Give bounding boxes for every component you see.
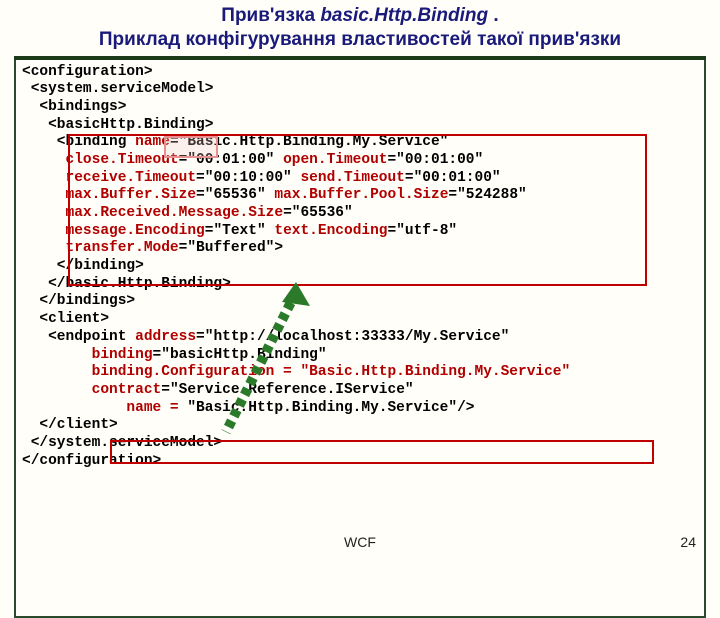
code-line bbox=[22, 170, 66, 186]
code-line: <binding bbox=[22, 134, 135, 150]
code-line: <bindings> bbox=[22, 99, 126, 115]
attr: message.Encoding bbox=[66, 223, 205, 239]
code-line: ="00:01:00" bbox=[387, 152, 483, 168]
code-line: </bindings> bbox=[22, 293, 135, 309]
code-line bbox=[22, 382, 92, 398]
code-line: <client> bbox=[22, 311, 109, 327]
code-line bbox=[22, 240, 66, 256]
code-line: </client> bbox=[22, 417, 118, 433]
attr: name bbox=[135, 134, 170, 150]
code-line: ="Text" bbox=[205, 223, 275, 239]
code-line: ="utf-8" bbox=[388, 223, 458, 239]
code-line: ="00:10:00" bbox=[196, 170, 300, 186]
slide-title: Прив'язка basic.Http.Binding . Приклад к… bbox=[0, 0, 720, 54]
attr: binding bbox=[92, 347, 153, 363]
code-line: ="524288" bbox=[448, 187, 526, 203]
attr: name = bbox=[126, 400, 187, 416]
code-line: <basicHttp.Binding> bbox=[22, 117, 213, 133]
code-line: ="Basic.Http.Binding.My.Service" bbox=[170, 134, 448, 150]
code-line: </configuration> bbox=[22, 453, 161, 469]
code-line: ="Service.Reference.IService" bbox=[161, 382, 413, 398]
attr: max.Received.Message.Size bbox=[66, 205, 284, 221]
attr: binding.Configuration = "Basic.Http.Bind… bbox=[92, 364, 571, 380]
code-line: ="Buffered"> bbox=[179, 240, 283, 256]
title-line1-pre: Прив'язка bbox=[221, 5, 320, 26]
code-line bbox=[22, 205, 66, 221]
page-number: 24 bbox=[680, 534, 696, 550]
code-line: ="00:01:00" bbox=[179, 152, 283, 168]
title-line2: Приклад конфігурування властивостей тако… bbox=[99, 29, 621, 50]
code-line: <endpoint bbox=[22, 329, 135, 345]
code-line: ="basicHttp.Binding" bbox=[153, 347, 327, 363]
code-line bbox=[22, 223, 66, 239]
footer-label: WCF bbox=[0, 534, 720, 550]
attr: receive.Timeout bbox=[66, 170, 197, 186]
attr: max.Buffer.Size bbox=[66, 187, 197, 203]
code-line: <configuration> bbox=[22, 64, 153, 80]
attr: open.Timeout bbox=[283, 152, 387, 168]
attr: send.Timeout bbox=[300, 170, 404, 186]
title-line1-em: basic.Http.Binding bbox=[320, 5, 488, 26]
attr: text.Encoding bbox=[274, 223, 387, 239]
code-line: ="65536" bbox=[196, 187, 274, 203]
code-line: "Basic.Http.Binding.My.Service"/> bbox=[187, 400, 474, 416]
attr: close.Timeout bbox=[66, 152, 179, 168]
attr: contract bbox=[92, 382, 162, 398]
code-line bbox=[22, 152, 66, 168]
title-line1-post: . bbox=[488, 5, 499, 26]
code-line: ="http://localhost:33333/My.Service" bbox=[196, 329, 509, 345]
code-line bbox=[22, 400, 126, 416]
code-line bbox=[22, 364, 92, 380]
code-line: </basic.Http.Binding> bbox=[22, 276, 231, 292]
attr: max.Buffer.Pool.Size bbox=[274, 187, 448, 203]
attr: address bbox=[135, 329, 196, 345]
code-line bbox=[22, 347, 92, 363]
code-line: ="65536" bbox=[283, 205, 353, 221]
code-line: </system.serviceModel> bbox=[22, 435, 222, 451]
code-line: ="00:01:00" bbox=[405, 170, 501, 186]
code-line bbox=[22, 187, 66, 203]
code-line: </binding> bbox=[22, 258, 144, 274]
code-line: <system.serviceModel> bbox=[22, 81, 213, 97]
attr: transfer.Mode bbox=[66, 240, 179, 256]
